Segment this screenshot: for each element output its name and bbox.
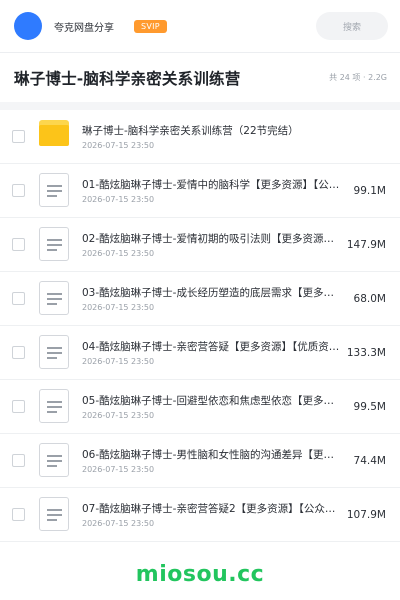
file-row[interactable]: 07-酷炫脑琳子博士-亲密营答疑2【更多资源】【公众号】 2026-07-15 2…: [0, 488, 400, 542]
file-date: 2026-07-15 23:50: [82, 249, 155, 258]
search-button[interactable]: 搜索: [316, 12, 388, 40]
file-list: 琳子博士-脑科学亲密关系训练营（22节完结） 2026-07-15 23:50 01…: [0, 110, 400, 542]
row-checkbox[interactable]: [12, 238, 25, 251]
item-summary: 共 24 项 · 2.2G: [329, 73, 387, 82]
file-size: 74.4M: [353, 455, 386, 467]
file-name[interactable]: 05-酷炫脑琳子博士-回避型依恋和焦虑型依恋【更多资源】: [82, 393, 344, 408]
top-bar: 夸克网盘分享 SVIP 搜索: [0, 0, 400, 52]
file-size: 99.1M: [353, 185, 386, 197]
file-name[interactable]: 03-酷炫脑琳子博士-成长经历塑造的底层需求【更多资源】: [82, 285, 344, 300]
file-date: 2026-07-15 23:50: [82, 519, 155, 528]
page-title: 琳子博士-脑科学亲密关系训练营: [14, 69, 241, 88]
row-checkbox[interactable]: [12, 508, 25, 521]
file-name[interactable]: 01-酷炫脑琳子博士-爱情中的脑科学【更多资源】【公众号】: [82, 177, 344, 192]
file-row[interactable]: 01-酷炫脑琳子博士-爱情中的脑科学【更多资源】【公众号】 2026-07-15 …: [0, 164, 400, 218]
row-checkbox[interactable]: [12, 346, 25, 359]
document-icon: [39, 281, 69, 315]
brand-name: 夸克网盘分享: [54, 22, 114, 34]
file-name[interactable]: 琳子博士-脑科学亲密关系训练营（22节完结）: [82, 123, 344, 138]
folder-row[interactable]: 琳子博士-脑科学亲密关系训练营（22节完结） 2026-07-15 23:50: [0, 110, 400, 164]
file-date: 2026-07-15 23:50: [82, 357, 155, 366]
file-row[interactable]: 05-酷炫脑琳子博士-回避型依恋和焦虑型依恋【更多资源】 2026-07-15 2…: [0, 380, 400, 434]
file-name[interactable]: 06-酷炫脑琳子博士-男性脑和女性脑的沟通差异【更多资源】: [82, 447, 344, 462]
document-icon: [39, 227, 69, 261]
document-icon: [39, 497, 69, 531]
file-date: 2026-07-15 23:50: [82, 465, 155, 474]
file-size: 147.9M: [346, 239, 386, 251]
file-name[interactable]: 02-酷炫脑琳子博士-爱情初期的吸引法则【更多资源】【公众号】: [82, 231, 344, 246]
document-icon: [39, 173, 69, 207]
file-name[interactable]: 07-酷炫脑琳子博士-亲密营答疑2【更多资源】【公众号】: [82, 501, 344, 516]
file-size: 68.0M: [353, 293, 386, 305]
svip-badge: SVIP: [134, 19, 167, 33]
file-row[interactable]: 06-酷炫脑琳子博士-男性脑和女性脑的沟通差异【更多资源】 2026-07-15 …: [0, 434, 400, 488]
folder-icon: [39, 120, 69, 146]
file-row[interactable]: 04-酷炫脑琳子博士-亲密营答疑【更多资源】【优质资源】 2026-07-15 2…: [0, 326, 400, 380]
section-divider: [0, 102, 400, 110]
row-checkbox[interactable]: [12, 292, 25, 305]
avatar[interactable]: [14, 12, 42, 40]
file-size: 99.5M: [353, 401, 386, 413]
watermark: miosou.cc: [135, 562, 265, 587]
row-checkbox[interactable]: [12, 130, 25, 143]
row-checkbox[interactable]: [12, 400, 25, 413]
file-date: 2026-07-15 23:50: [82, 195, 155, 204]
file-date: 2026-07-15 23:50: [82, 141, 155, 150]
document-icon: [39, 389, 69, 423]
document-icon: [39, 335, 69, 369]
file-row[interactable]: 02-酷炫脑琳子博士-爱情初期的吸引法则【更多资源】【公众号】 2026-07-1…: [0, 218, 400, 272]
title-row: 琳子博士-脑科学亲密关系训练营 共 24 项 · 2.2G: [0, 53, 400, 102]
row-checkbox[interactable]: [12, 454, 25, 467]
file-date: 2026-07-15 23:50: [82, 411, 155, 420]
row-checkbox[interactable]: [12, 184, 25, 197]
file-name[interactable]: 04-酷炫脑琳子博士-亲密营答疑【更多资源】【优质资源】: [82, 339, 344, 354]
file-row[interactable]: 03-酷炫脑琳子博士-成长经历塑造的底层需求【更多资源】 2026-07-15 2…: [0, 272, 400, 326]
file-size: 107.9M: [346, 509, 386, 521]
document-icon: [39, 443, 69, 477]
file-date: 2026-07-15 23:50: [82, 303, 155, 312]
file-size: 133.3M: [346, 347, 386, 359]
